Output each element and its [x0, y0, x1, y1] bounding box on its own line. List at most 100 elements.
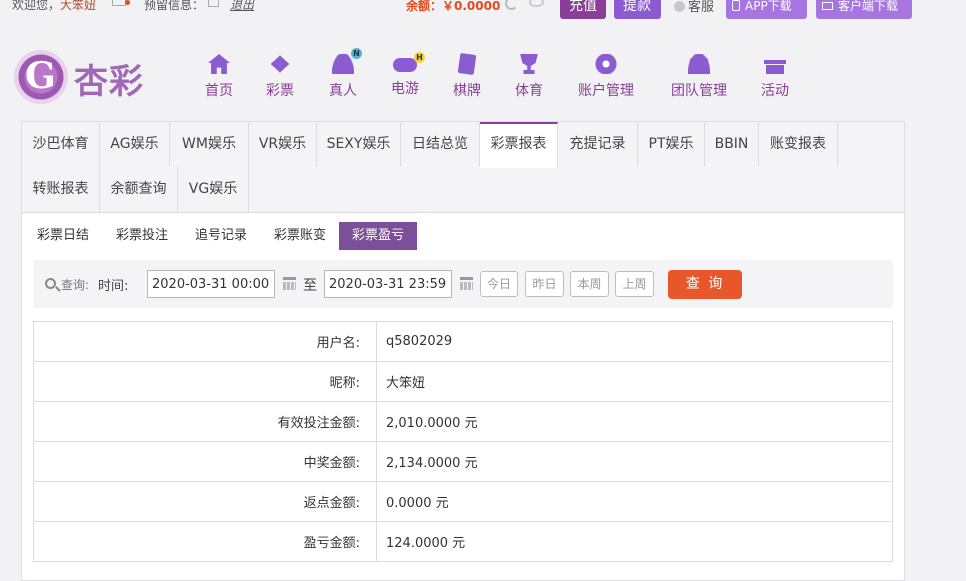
row-value: 大笨妞	[376, 361, 893, 402]
client-download-button[interactable]: 客户端下载	[816, 0, 912, 19]
query-bar: 查询: 时间: 至 今日 昨日 本周 上周 查 询	[33, 260, 893, 308]
nav-label: 账户管理	[578, 83, 634, 99]
nav-label: 棋牌	[453, 83, 481, 99]
nav-live[interactable]: N 真人	[328, 48, 362, 100]
reserved-info-label: 预留信息：	[144, 0, 205, 12]
app-download-label: APP下载	[745, 0, 792, 13]
gamepad-icon: H	[393, 52, 425, 72]
nav-label: 首页	[205, 83, 233, 99]
eye-hide-icon[interactable]	[529, 0, 544, 7]
withdraw-button[interactable]: 提款	[614, 0, 661, 19]
trophy-icon: N	[520, 54, 538, 74]
row-key: 有效投注金额:	[33, 401, 377, 442]
table-row: 中奖金额: 2,134.0000 元	[33, 441, 893, 482]
live-dealer-icon: N	[332, 48, 362, 74]
tab-vg[interactable]: VG娱乐	[178, 167, 249, 212]
tab-saba-sports[interactable]: 沙巴体育	[22, 122, 100, 167]
cards-icon	[457, 52, 477, 76]
tab-daily-overview[interactable]: 日结总览	[401, 122, 480, 167]
top-bar: 欢迎您，大笨妞 预留信息： 退出 余额：￥0.0000 充值 提款 客服 APP…	[0, 0, 966, 20]
edit-icon[interactable]	[208, 0, 219, 7]
nav-home[interactable]: 首页	[204, 54, 234, 100]
nav-chess[interactable]: 棋牌	[452, 52, 482, 100]
start-date-input[interactable]	[147, 270, 275, 298]
subtab-lottery-bets[interactable]: 彩票投注	[105, 222, 179, 250]
coin-icon	[595, 54, 617, 74]
welcome-text: 欢迎您，大笨妞	[12, 0, 96, 13]
nav-team[interactable]: 团队管理	[669, 54, 729, 100]
customer-service-link[interactable]: 客服	[674, 0, 714, 15]
refresh-icon[interactable]	[505, 0, 518, 10]
nav-egames[interactable]: H 电游	[390, 52, 425, 98]
mail-icon[interactable]	[112, 0, 126, 6]
balance-display: 余额：￥0.0000	[406, 0, 501, 13]
row-key: 用户名:	[33, 321, 377, 362]
subtab-lottery-profit-loss[interactable]: 彩票盈亏	[339, 222, 417, 250]
this-week-button[interactable]: 本周	[570, 271, 609, 297]
calendar-icon[interactable]	[460, 277, 473, 290]
username: 大笨妞	[60, 0, 97, 12]
service-label: 客服	[688, 0, 715, 15]
nav-account[interactable]: 账户管理	[576, 54, 636, 100]
subtab-lottery-account-change[interactable]: 彩票账变	[263, 222, 337, 250]
row-key: 返点金额:	[33, 481, 377, 522]
time-label: 时间:	[98, 279, 129, 294]
tab-sexy[interactable]: SEXY娱乐	[317, 122, 401, 167]
report-panel: 沙巴体育 AG娱乐 WM娱乐 VR娱乐 SEXY娱乐 日结总览 彩票报表 充提记…	[21, 121, 905, 581]
row-value: 2,134.0000 元	[376, 441, 893, 482]
today-button[interactable]: 今日	[480, 271, 518, 297]
nav-promotions[interactable]: 活动	[760, 54, 790, 100]
client-download-label: 客户端下载	[838, 0, 899, 13]
query-submit-button[interactable]: 查 询	[668, 270, 742, 299]
logo-name: 杏彩	[74, 62, 144, 102]
tab-balance-query[interactable]: 余额查询	[100, 167, 178, 212]
calendar-icon[interactable]	[283, 277, 296, 290]
table-row: 返点金额: 0.0000 元	[33, 481, 893, 522]
headset-icon	[674, 1, 685, 12]
last-week-button[interactable]: 上周	[615, 271, 654, 297]
team-icon	[688, 54, 710, 74]
app-download-button[interactable]: APP下载	[726, 0, 807, 19]
tab-wm[interactable]: WM娱乐	[170, 122, 249, 167]
lottery-icon	[270, 55, 290, 73]
subtab-chase-records[interactable]: 追号记录	[184, 222, 258, 250]
tab-bbin[interactable]: BBIN	[705, 122, 759, 167]
nav-label: 团队管理	[671, 83, 727, 99]
nav-label: 真人	[329, 83, 357, 99]
tab-ag[interactable]: AG娱乐	[100, 122, 170, 167]
to-label: 至	[303, 278, 317, 294]
hot-badge: H	[414, 52, 425, 63]
row-key: 中奖金额:	[33, 441, 377, 482]
nav-label: 活动	[761, 83, 789, 99]
site-logo[interactable]: G 杏彩	[14, 50, 154, 106]
query-label: 查询:	[61, 278, 90, 292]
logo-mark-letter: G	[25, 55, 56, 97]
row-key: 昵称:	[33, 361, 377, 402]
new-badge: N	[351, 48, 362, 59]
row-value: 2,010.0000 元	[376, 401, 893, 442]
tab-account-change[interactable]: 账变报表	[759, 122, 838, 167]
tab-deposit-withdraw[interactable]: 充提记录	[558, 122, 638, 167]
recharge-button[interactable]: 充值	[560, 0, 606, 19]
profit-loss-table: 用户名: q5802029 昵称: 大笨妞 有效投注金额: 2,010.0000…	[33, 321, 893, 562]
yesterday-button[interactable]: 昨日	[525, 271, 564, 297]
row-value: q5802029	[376, 321, 893, 362]
nav-sports[interactable]: N 体育	[514, 54, 544, 100]
mobile-icon	[732, 0, 740, 11]
gift-icon	[764, 54, 786, 74]
nav-label: 彩票	[266, 83, 294, 99]
welcome-prefix: 欢迎您，	[12, 0, 61, 12]
subtab-lottery-daily[interactable]: 彩票日结	[26, 222, 100, 250]
nav-label: 电游	[391, 81, 419, 97]
nav-label: 体育	[515, 83, 543, 99]
table-row: 有效投注金额: 2,010.0000 元	[33, 401, 893, 442]
tab-pt[interactable]: PT娱乐	[638, 122, 705, 167]
tab-transfer-report[interactable]: 转账报表	[22, 167, 100, 212]
end-date-input[interactable]	[324, 270, 452, 298]
nav-lottery[interactable]: 彩票	[265, 54, 295, 100]
table-row: 用户名: q5802029	[33, 321, 893, 362]
logout-link[interactable]: 退出	[230, 0, 254, 13]
tab-vr[interactable]: VR娱乐	[249, 122, 317, 167]
report-category-tabs: 沙巴体育 AG娱乐 WM娱乐 VR娱乐 SEXY娱乐 日结总览 彩票报表 充提记…	[22, 122, 904, 213]
tab-lottery-report[interactable]: 彩票报表	[480, 122, 558, 168]
